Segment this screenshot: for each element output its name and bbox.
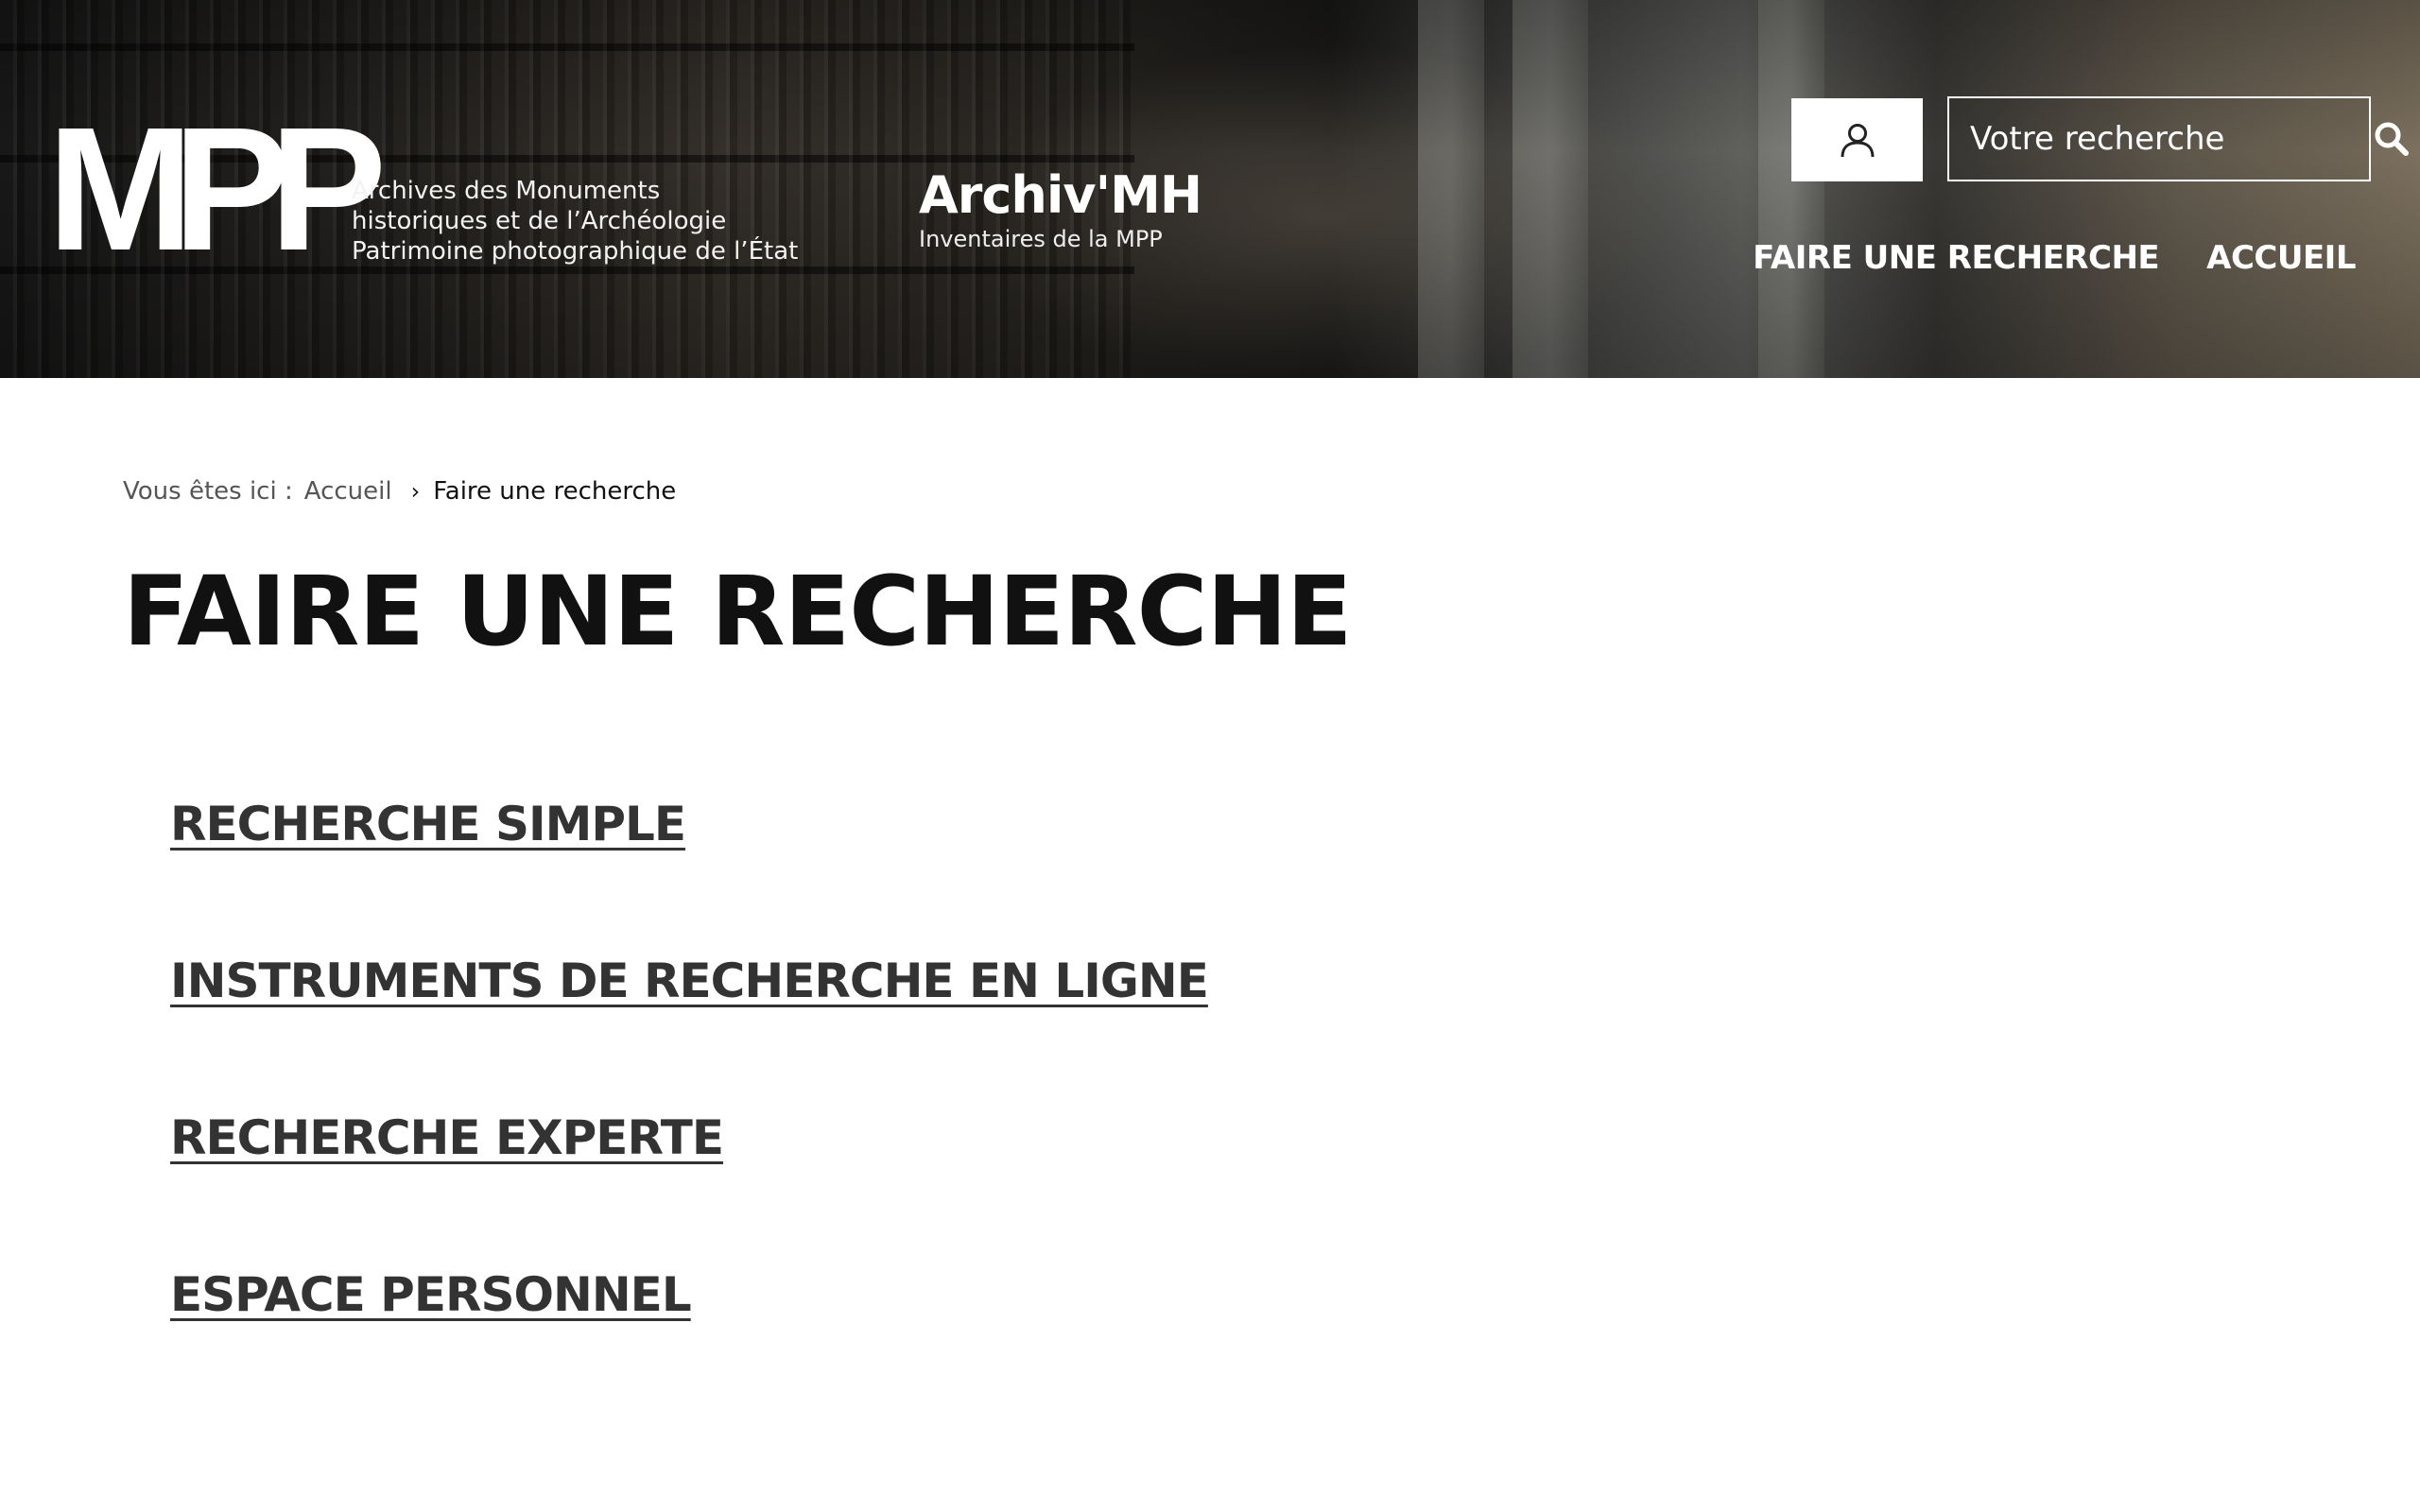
search-submit-button[interactable] bbox=[2373, 98, 2411, 180]
list-item: ESPACE PERSONNEL bbox=[170, 1263, 2297, 1419]
user-account-button[interactable] bbox=[1791, 98, 1923, 181]
breadcrumb-item-accueil[interactable]: Accueil bbox=[304, 472, 392, 510]
logo-line: historiques et de l’Archéologie bbox=[352, 207, 727, 235]
list-item: INSTRUMENTS DE RECHERCHE EN LIGNE bbox=[170, 949, 2297, 1106]
page-title: FAIRE UNE RECHERCHE bbox=[123, 556, 1353, 668]
chevron-right-icon: › bbox=[410, 478, 421, 505]
logo-text: Archives des Monuments historiques et de… bbox=[352, 176, 881, 266]
user-icon bbox=[1841, 124, 1874, 158]
logo-mark: MPP bbox=[47, 92, 387, 287]
list-item: RECHERCHE EXPERTE bbox=[170, 1106, 2297, 1263]
breadcrumb-current: Faire une recherche bbox=[433, 477, 677, 506]
site-name: Archiv'MH bbox=[919, 165, 1202, 225]
link-recherche-simple[interactable]: RECHERCHE SIMPLE bbox=[170, 797, 686, 851]
list-item: RECHERCHE SIMPLE bbox=[170, 792, 2297, 949]
header-banner: MPP Archives des Monuments historiques e… bbox=[0, 0, 2420, 378]
site-logo-link[interactable]: MPP Archives des Monuments historiques e… bbox=[47, 92, 798, 287]
link-espace-personnel[interactable]: ESPACE PERSONNEL bbox=[170, 1267, 692, 1322]
link-instruments-de-recherche[interactable]: INSTRUMENTS DE RECHERCHE EN LIGNE bbox=[170, 954, 1209, 1008]
search-links-list: RECHERCHE SIMPLE INSTRUMENTS DE RECHERCH… bbox=[123, 792, 2297, 1419]
link-recherche-experte[interactable]: RECHERCHE EXPERTE bbox=[170, 1110, 724, 1165]
search-icon bbox=[2375, 122, 2409, 156]
nav-item-faire-une-recherche[interactable]: FAIRE UNE RECHERCHE bbox=[1753, 234, 2160, 282]
search-input[interactable] bbox=[1968, 101, 2373, 177]
search-form bbox=[1947, 96, 2409, 181]
site-title-link[interactable]: Archiv'MH Inventaires de la MPP bbox=[919, 165, 1202, 253]
main-content: Vous êtes ici : Accueil › Faire une rech… bbox=[123, 378, 2297, 1419]
breadcrumb-prefix: Vous êtes ici : bbox=[123, 477, 293, 506]
main-nav: FAIRE UNE RECHERCHE ACCUEIL bbox=[1753, 234, 2356, 282]
breadcrumb: Vous êtes ici : Accueil › Faire une rech… bbox=[123, 472, 2297, 510]
site-subtitle: Inventaires de la MPP bbox=[919, 226, 1163, 252]
logo-line: Archives des Monuments bbox=[352, 177, 661, 205]
nav-item-accueil[interactable]: ACCUEIL bbox=[2206, 234, 2356, 282]
logo-line: Patrimoine photographique de l’État bbox=[352, 237, 799, 266]
